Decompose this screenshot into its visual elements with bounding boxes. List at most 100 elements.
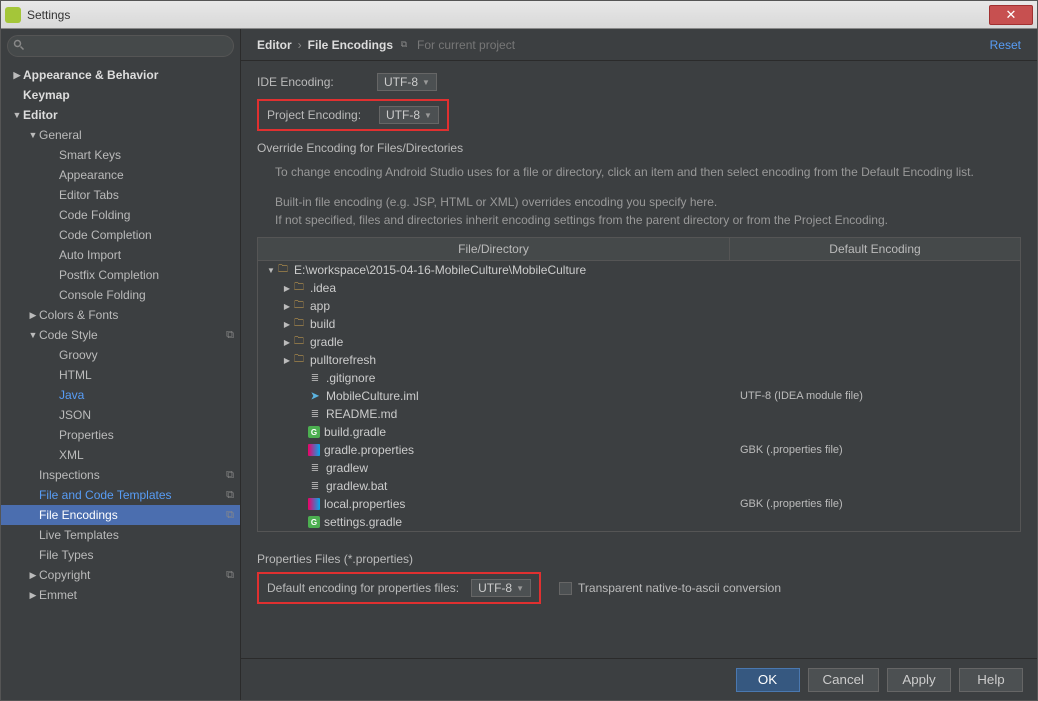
sidebar-item[interactable]: Postfix Completion	[1, 265, 240, 285]
help-text-2a: Built-in file encoding (e.g. JSP, HTML o…	[275, 193, 1021, 211]
project-scope-icon: ⧉	[226, 489, 234, 502]
help-text-1: To change encoding Android Studio uses f…	[275, 163, 1021, 181]
file-encoding-table: File/Directory Default Encoding ▼🗀E:\wor…	[257, 237, 1021, 532]
transparent-ascii-checkbox[interactable]	[559, 582, 572, 595]
apply-button[interactable]: Apply	[887, 668, 951, 692]
tree-arrow-icon: ▼	[27, 130, 39, 140]
sidebar-item[interactable]: XML	[1, 445, 240, 465]
sidebar-item[interactable]: Editor Tabs	[1, 185, 240, 205]
sidebar-item[interactable]: Keymap	[1, 85, 240, 105]
help-button[interactable]: Help	[959, 668, 1023, 692]
sidebar-item[interactable]: ▼Code Style⧉	[1, 325, 240, 345]
sidebar-item-label: Live Templates	[39, 528, 234, 542]
sidebar-item[interactable]: Smart Keys	[1, 145, 240, 165]
file-row[interactable]: local.propertiesGBK (.properties file)	[258, 495, 1020, 513]
sidebar-item-label: Code Folding	[59, 208, 234, 222]
search-input[interactable]	[7, 35, 234, 57]
settings-tree[interactable]: ▶Appearance & BehaviorKeymap▼Editor▼Gene…	[1, 63, 240, 700]
sidebar-item[interactable]: HTML	[1, 365, 240, 385]
sidebar-item-label: Auto Import	[59, 248, 234, 262]
column-header-path[interactable]: File/Directory	[258, 238, 730, 260]
properties-icon	[308, 498, 320, 510]
cancel-button[interactable]: Cancel	[808, 668, 880, 692]
override-header: Override Encoding for Files/Directories	[257, 141, 1021, 155]
sidebar-item[interactable]: File Encodings⧉	[1, 505, 240, 525]
ide-encoding-label: IDE Encoding:	[257, 75, 377, 89]
folder-icon: 🗀	[292, 353, 306, 367]
sidebar-item[interactable]: Java	[1, 385, 240, 405]
sidebar-item-label: Code Style	[39, 328, 222, 342]
breadcrumb-parent[interactable]: Editor	[257, 38, 292, 52]
sidebar-item[interactable]: ▼General	[1, 125, 240, 145]
chevron-right-icon: ›	[298, 38, 302, 52]
chevron-down-icon: ▼	[424, 111, 432, 120]
expand-arrow-icon: ▶	[282, 320, 292, 329]
file-row[interactable]: ▶🗀 build	[258, 315, 1020, 333]
tree-arrow-icon: ▶	[27, 310, 39, 321]
expand-arrow-icon: ▶	[282, 284, 292, 293]
encoding-cell[interactable]: GBK (.properties file)	[730, 498, 1020, 510]
file-row[interactable]: ▼🗀E:\workspace\2015-04-16-MobileCulture\…	[258, 261, 1020, 279]
sidebar-item[interactable]: Inspections⧉	[1, 465, 240, 485]
project-scope-icon: ⧉	[226, 509, 234, 522]
file-row[interactable]: ▶🗀gradle	[258, 333, 1020, 351]
file-row[interactable]: ➤MobileCulture.imlUTF-8 (IDEA module fil…	[258, 387, 1020, 405]
expand-arrow-icon: ▶	[282, 302, 292, 311]
file-row[interactable]: ▶🗀app	[258, 297, 1020, 315]
sidebar-item[interactable]: Code Folding	[1, 205, 240, 225]
sidebar-item[interactable]: ▶Emmet	[1, 585, 240, 605]
file-row[interactable]: ≣gradlew.bat	[258, 477, 1020, 495]
sidebar-item[interactable]: Live Templates	[1, 525, 240, 545]
close-button[interactable]: ✕	[989, 5, 1033, 25]
tree-arrow-icon: ▼	[11, 110, 23, 120]
sidebar-item[interactable]: Code Completion	[1, 225, 240, 245]
file-name: settings.gradle	[324, 515, 402, 529]
window-title: Settings	[27, 8, 989, 22]
file-row[interactable]: ▶🗀pulltorefresh	[258, 351, 1020, 369]
tree-arrow-icon: ▶	[27, 570, 39, 581]
sidebar-item[interactable]: Console Folding	[1, 285, 240, 305]
file-row[interactable]: ≣.gitignore	[258, 369, 1020, 387]
file-row[interactable]: ▶🗀.idea	[258, 279, 1020, 297]
sidebar-item[interactable]: ▼Editor	[1, 105, 240, 125]
sidebar-item[interactable]: ▶Colors & Fonts	[1, 305, 240, 325]
file-name: build	[310, 317, 335, 331]
column-header-encoding[interactable]: Default Encoding	[730, 238, 1020, 260]
sidebar-item[interactable]: File and Code Templates⧉	[1, 485, 240, 505]
project-encoding-dropdown[interactable]: UTF-8 ▼	[379, 106, 439, 124]
ide-encoding-dropdown[interactable]: UTF-8 ▼	[377, 73, 437, 91]
sidebar-item-label: General	[39, 128, 234, 142]
file-row[interactable]: gradle.propertiesGBK (.properties file)	[258, 441, 1020, 459]
file-name: README.md	[326, 407, 397, 421]
sidebar-item[interactable]: Auto Import	[1, 245, 240, 265]
chevron-down-icon: ▼	[422, 78, 430, 87]
sidebar-item[interactable]: Groovy	[1, 345, 240, 365]
sidebar-item[interactable]: JSON	[1, 405, 240, 425]
encoding-cell[interactable]: UTF-8 (IDEA module file)	[730, 390, 1020, 402]
sidebar-item[interactable]: Appearance	[1, 165, 240, 185]
sidebar-item-label: Keymap	[23, 88, 234, 102]
properties-encoding-dropdown[interactable]: UTF-8 ▼	[471, 579, 531, 597]
folder-icon: 🗀	[292, 335, 306, 349]
folder-icon: 🗀	[292, 317, 306, 331]
sidebar-item-label: JSON	[59, 408, 234, 422]
project-scope-icon: ⧉	[226, 329, 234, 342]
ok-button[interactable]: OK	[736, 668, 800, 692]
sidebar-item[interactable]: File Types	[1, 545, 240, 565]
file-row[interactable]: ≣gradlew	[258, 459, 1020, 477]
file-icon: ≣	[308, 479, 322, 493]
file-row[interactable]: Gsettings.gradle	[258, 513, 1020, 531]
sidebar-item-label: File Types	[39, 548, 234, 562]
file-icon: ≣	[308, 371, 322, 385]
encoding-cell[interactable]: GBK (.properties file)	[730, 444, 1020, 456]
sidebar-item[interactable]: ▶Appearance & Behavior	[1, 65, 240, 85]
titlebar: Settings ✕	[1, 1, 1037, 29]
file-name: pulltorefresh	[310, 353, 376, 367]
sidebar-item[interactable]: Properties	[1, 425, 240, 445]
project-encoding-highlight: Project Encoding: UTF-8 ▼	[257, 99, 449, 131]
file-row[interactable]: ≣README.md	[258, 405, 1020, 423]
reset-link[interactable]: Reset	[990, 38, 1021, 52]
file-row[interactable]: Gbuild.gradle	[258, 423, 1020, 441]
sidebar-item[interactable]: ▶Copyright⧉	[1, 565, 240, 585]
sidebar-item-label: Emmet	[39, 588, 234, 602]
